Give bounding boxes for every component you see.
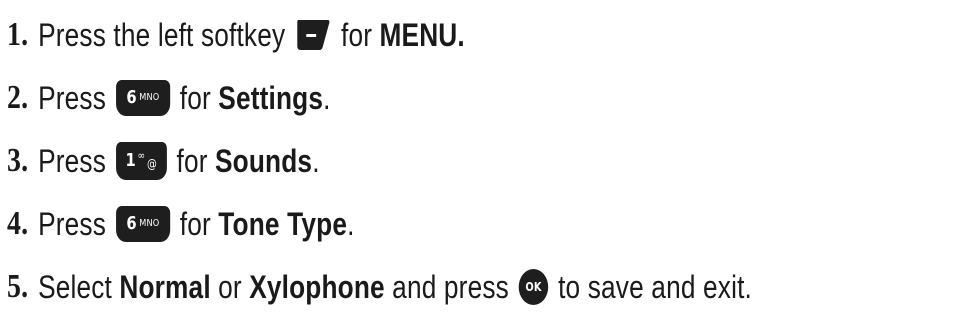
step-text-for: for [179, 205, 211, 242]
key-letters: MNO [139, 218, 160, 229]
step-text: Select [38, 268, 112, 305]
step-text: Press [38, 79, 106, 116]
step-number: 3. [7, 142, 29, 179]
step-number: 1. [7, 16, 29, 53]
ok-key-icon: OK [518, 269, 549, 305]
normal-label: Normal [119, 268, 211, 305]
step-3: 3. Press 1 ∞ @ for Sounds. [7, 138, 320, 184]
menu-label: MENU. [379, 16, 465, 53]
step-text: Press the left softkey [38, 16, 286, 53]
step-text: Press [38, 142, 106, 179]
step-text-or: or [218, 268, 242, 305]
step-period: . [347, 205, 355, 242]
xylophone-label: Xylophone [249, 268, 385, 305]
settings-label: Settings [218, 79, 324, 116]
ok-key-label: OK [525, 280, 542, 294]
step-text-and-press: and press [392, 268, 509, 305]
step-number: 2. [7, 79, 29, 116]
sounds-label: Sounds [214, 142, 313, 179]
step-text: Press [38, 205, 106, 242]
at-glyph: @ [146, 157, 157, 171]
step-period: . [323, 79, 331, 116]
voicemail-glyph: ∞ [137, 149, 146, 162]
step-text-for: for [341, 16, 373, 53]
six-mno-key-icon: 6 MNO [115, 206, 170, 242]
step-2: 2. Press 6 MNO for Settings. [7, 75, 331, 121]
left-softkey-icon [295, 17, 331, 53]
step-text-for: for [176, 142, 208, 179]
step-text-save: to save and exit. [558, 268, 752, 305]
step-number: 4. [7, 205, 29, 242]
step-1: 1. Press the left softkey for MENU. [7, 12, 465, 58]
step-text-for: for [179, 79, 211, 116]
six-mno-key-icon: 6 MNO [115, 80, 170, 116]
key-digit: 6 [126, 87, 137, 108]
step-5: 5. Select Normal or Xylophone and press … [7, 264, 752, 310]
key-digit: 6 [126, 213, 137, 234]
step-number: 5. [7, 268, 29, 305]
key-letters: MNO [139, 92, 160, 103]
step-4: 4. Press 6 MNO for Tone Type. [7, 201, 355, 247]
key-digit: 1 [125, 150, 136, 171]
instruction-steps: 1. Press the left softkey for MENU. 2. P… [0, 0, 967, 325]
one-voicemail-key-icon: 1 ∞ @ [115, 142, 167, 180]
step-period: . [312, 142, 320, 179]
tone-type-label: Tone Type [218, 205, 348, 242]
